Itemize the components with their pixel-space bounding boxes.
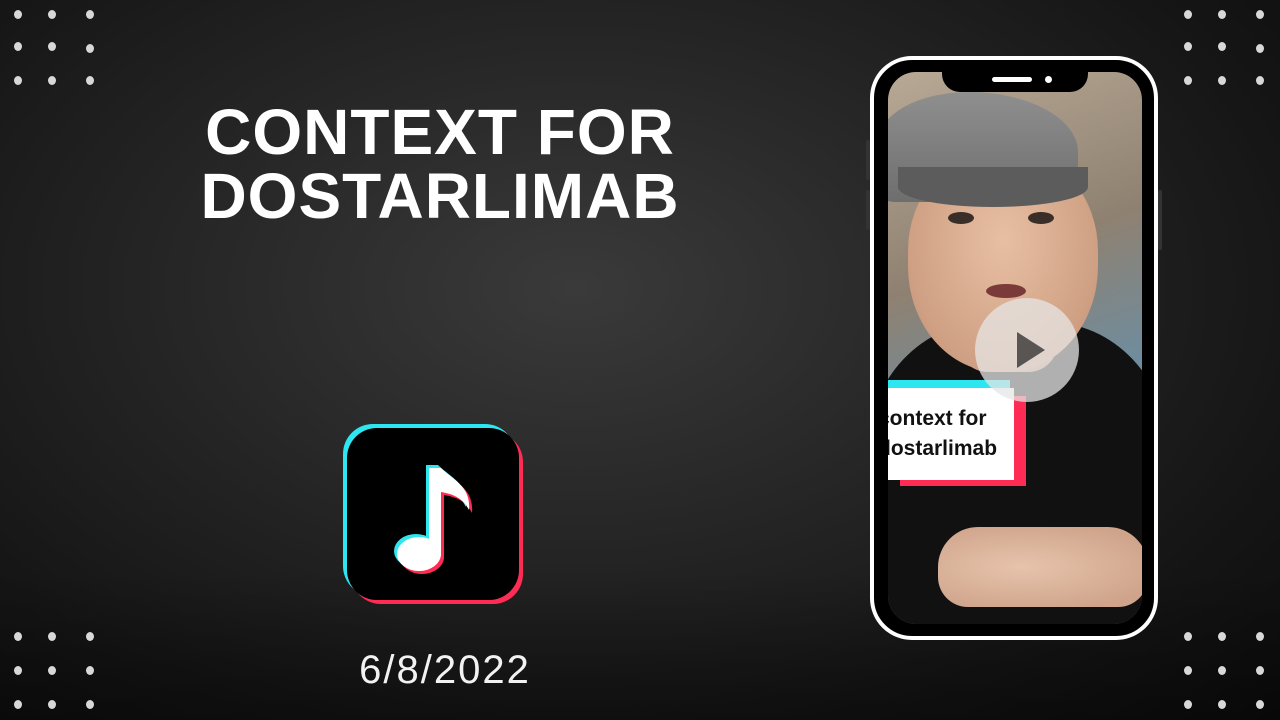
video-mouth	[986, 284, 1026, 298]
video-cap-brim	[898, 167, 1088, 207]
tiktok-note-icon	[394, 465, 473, 574]
slide-title: CONTEXT FOR DOSTARLIMAB	[160, 100, 720, 228]
caption-line2: dostarlimab	[888, 437, 998, 460]
caption-line1: context for	[888, 407, 987, 430]
dot-cluster-bottom-left	[12, 632, 102, 709]
phone-speaker	[992, 77, 1032, 82]
video-player[interactable]: context for dostarlimab	[888, 72, 1142, 624]
play-icon	[1017, 332, 1045, 368]
phone-camera	[1045, 76, 1052, 83]
play-button[interactable]	[975, 298, 1079, 402]
slide-date: 6/8/2022	[359, 648, 531, 692]
tiktok-app-icon[interactable]	[347, 428, 519, 600]
phone-side-button	[1158, 190, 1162, 250]
dot-cluster-bottom-right	[1182, 632, 1272, 709]
dot-cluster-top-left	[12, 10, 102, 85]
video-hand	[938, 527, 1142, 607]
slide-title-line1: CONTEXT FOR	[205, 96, 675, 168]
video-eye	[948, 212, 974, 224]
dot-cluster-top-right	[1182, 10, 1272, 85]
slide-title-line2: DOSTARLIMAB	[200, 160, 680, 232]
video-eye	[1028, 212, 1054, 224]
